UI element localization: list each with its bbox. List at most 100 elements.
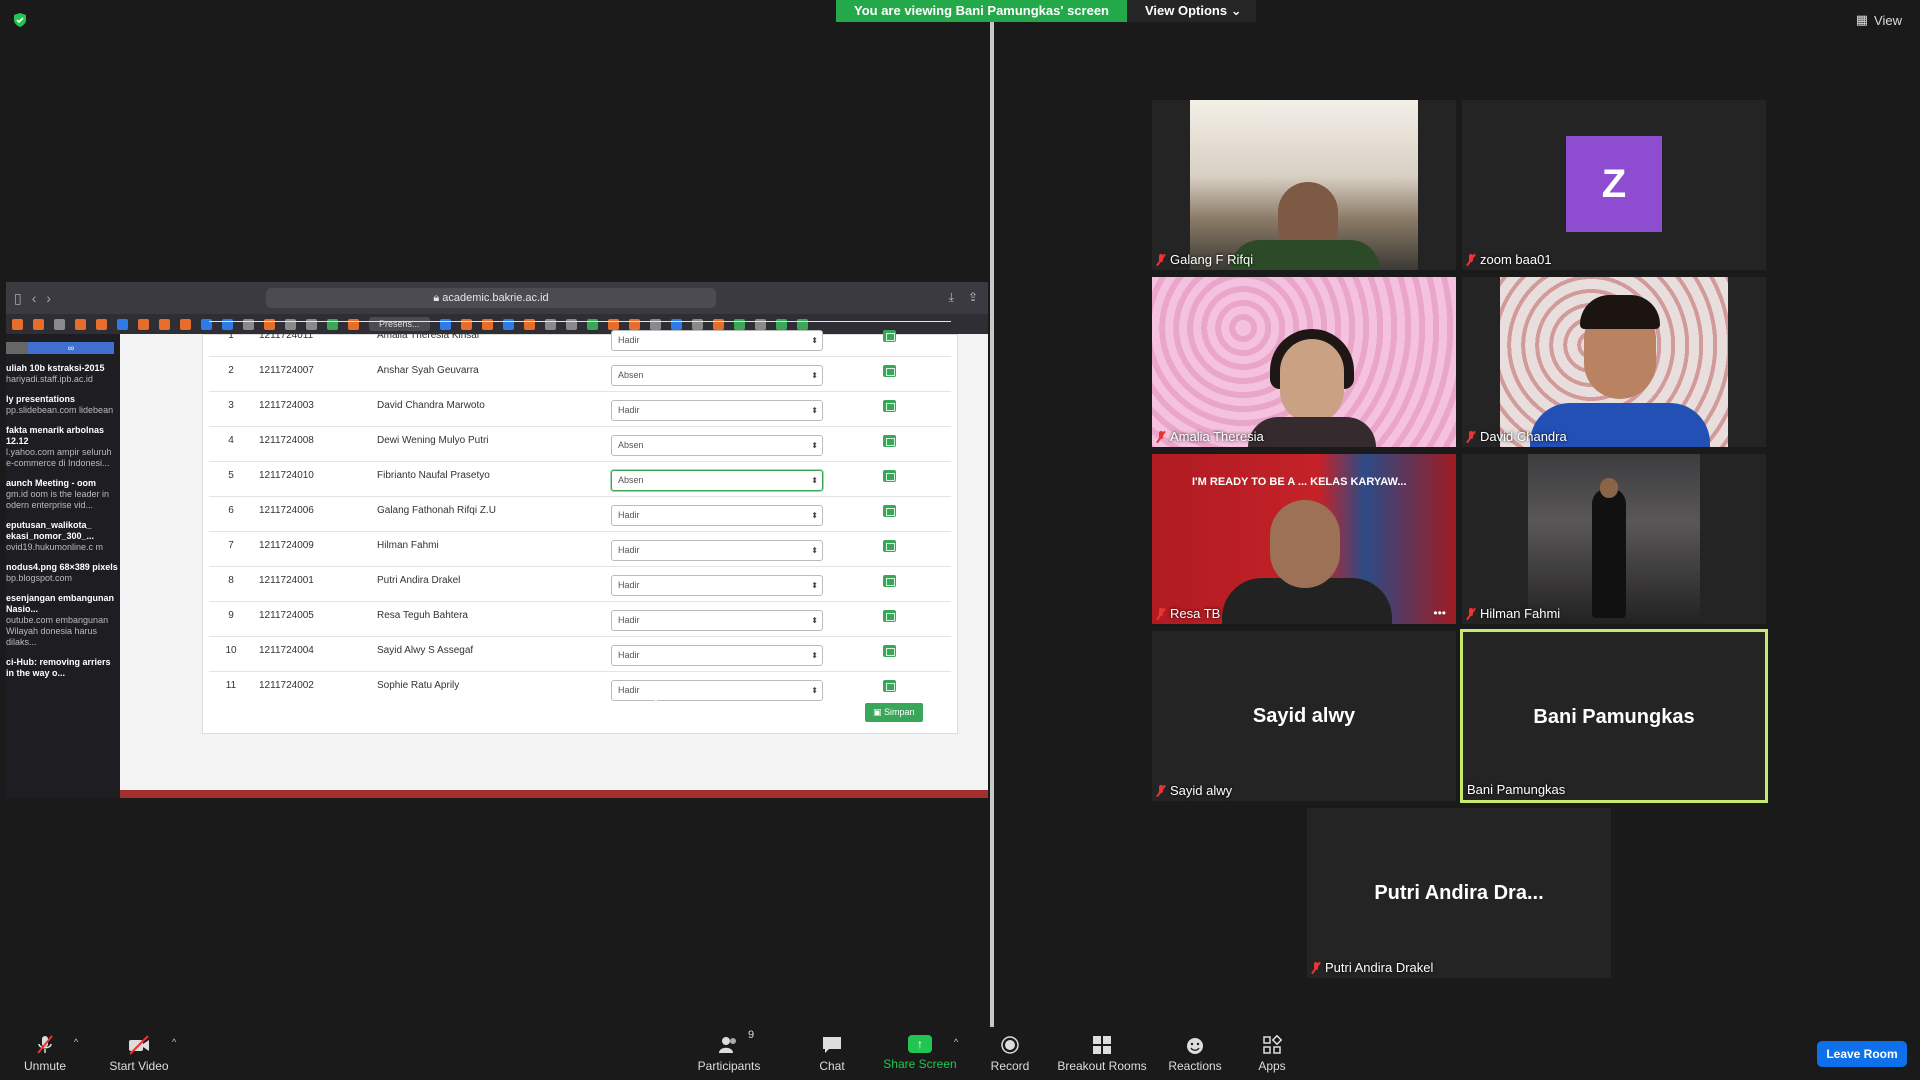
reading-list-item[interactable]: ly presentations pp.slidebean.com lidebea… [6,391,120,422]
video-tile-resa[interactable]: I'M READY TO BE A ... KELAS KARYAW... Re… [1152,454,1456,624]
sidebar-toggle-icon[interactable]: ▯ [14,290,22,307]
edit-icon[interactable] [882,540,896,552]
attendance-status-select[interactable]: Absen [611,365,823,386]
attendance-status-select[interactable]: Hadir [611,400,823,421]
bookmark-icon[interactable] [138,318,149,330]
view-button[interactable]: ▦ View [1856,12,1902,28]
attendance-status-select[interactable]: Hadir [611,645,823,666]
action-cell [827,391,951,427]
mic-muted-icon [1466,607,1476,620]
share-icon[interactable]: ⇪ [968,290,978,305]
video-tile-zoom-baa01[interactable]: Z zoom baa01 [1462,100,1766,270]
item-title: eputusan_walikota_ ekasi_nomor_300_... [6,520,95,541]
video-tile-hilman[interactable]: Hilman Fahmi [1462,454,1766,624]
attendance-status-select[interactable]: Hadir [611,505,823,526]
status-cell: Hadir [607,566,827,602]
action-cell [827,636,951,672]
reading-list-item[interactable]: aunch Meeting - oom gm.id oom is the lead… [6,475,120,517]
reading-list-item[interactable]: eputusan_walikota_ ekasi_nomor_300_... ov… [6,517,120,559]
video-tile-amalia[interactable]: Amalia Theresia [1152,277,1456,447]
bookmark-icon[interactable] [96,318,107,330]
share-options-chevron-icon[interactable]: ^ [954,1037,958,1047]
url-text: academic.bakrie.ac.id [442,292,549,304]
share-screen-button[interactable]: ↑ Share Screen [880,1035,960,1071]
reading-list-item[interactable]: ci-Hub: removing arriers in the way o... [6,654,120,685]
attendance-status-select[interactable]: Hadir [611,330,823,351]
back-icon[interactable]: ‹ [32,290,37,306]
attendance-status-select[interactable]: Hadir [611,575,823,596]
reading-list-item[interactable]: fakta menarik arbolnas 12.12 l.yahoo.com … [6,422,120,475]
attendance-status-select[interactable]: Hadir [611,610,823,631]
edit-icon[interactable] [882,505,896,517]
edit-icon[interactable] [882,435,896,447]
download-icon[interactable]: ⤓ [949,290,954,305]
video-off-icon [129,1035,149,1055]
student-name: Fibrianto Naufal Prasetyo [371,461,607,497]
unmute-button[interactable]: Unmute [20,1035,70,1073]
attendance-status-select[interactable]: Hadir [611,540,823,561]
breakout-rooms-button[interactable]: Breakout Rooms [1056,1035,1148,1073]
audio-options-chevron-icon[interactable]: ^ [74,1037,78,1047]
video-tile-david[interactable]: David Chandra [1462,277,1766,447]
forward-icon[interactable]: › [46,290,51,306]
address-bar[interactable]: 🔒︎ academic.bakrie.ac.id [266,288,716,308]
participant-name: Amalia Theresia [1170,429,1264,444]
video-tile-bani-active[interactable]: Bani Pamungkas Bani Pamungkas [1460,629,1768,803]
video-tile-galang[interactable]: Galang F Rifqi [1152,100,1456,270]
edit-icon[interactable] [882,365,896,377]
mic-muted-icon [37,1035,53,1054]
edit-icon[interactable] [882,680,896,692]
edit-icon[interactable] [882,610,896,622]
save-button[interactable]: ▣ Simpan [865,703,923,722]
reactions-button[interactable]: Reactions [1166,1035,1224,1073]
edit-icon[interactable] [882,330,896,342]
apps-button[interactable]: Apps [1254,1035,1290,1073]
reading-list-item[interactable]: esenjangan embangunan Nasio... outube.com… [6,590,120,654]
sidebar-tabs[interactable]: ∞ [6,342,114,354]
video-tile-sayid[interactable]: Sayid alwy Sayid alwy [1152,631,1456,801]
table-row: 4 1211724008 Dewi Wening Mulyo Putri Absen [209,426,951,462]
attendance-status-select[interactable]: Absen [611,470,823,491]
attendance-status-select[interactable]: Absen [611,435,823,456]
participants-button[interactable]: 9 Participants [694,1029,764,1073]
view-options-button[interactable]: View Options ⌄ [1127,0,1256,22]
row-number: 6 [209,496,253,532]
video-tile-putri[interactable]: Putri Andira Dra... Putri Andira Drakel [1307,808,1611,978]
bookmark-icon[interactable] [180,318,191,330]
bookmark-icon[interactable] [159,318,170,330]
table-row: 10 1211724004 Sayid Alwy S Assegaf Hadir [209,636,951,672]
camera-feed [1500,277,1728,447]
page-content: 11211724011Amalia Theresia KinsaiHadir21… [120,321,988,798]
chat-button[interactable]: Chat [810,1035,854,1073]
bookmark-icon[interactable] [33,318,44,330]
start-video-button[interactable]: Start Video [106,1035,172,1073]
action-cell [827,321,951,357]
bookmark-icon[interactable] [117,318,128,330]
action-cell [827,671,951,707]
video-options-chevron-icon[interactable]: ^ [172,1037,176,1047]
item-sub: gm.id oom is the leader in odern enterpr… [6,489,110,510]
item-sub: l.yahoo.com ampir seluruh e-commerce di … [6,447,112,468]
bookmark-icon[interactable] [12,318,23,330]
bookmark-icon[interactable] [75,318,86,330]
background-banner-text: I'M READY TO BE A ... KELAS KARYAW... [1192,476,1407,488]
table-row: 1 1211724011 Amalia Theresia Kinsai Hadir [209,321,951,357]
edit-icon[interactable] [882,575,896,587]
security-shield-icon[interactable] [12,12,28,28]
action-cell [827,531,951,567]
item-title: ci-Hub: removing arriers in the way o... [6,657,111,678]
attendance-status-select[interactable]: Hadir [611,680,823,701]
row-number: 7 [209,531,253,567]
edit-icon[interactable] [882,470,896,482]
reading-list-item[interactable]: nodus4.png 68×389 pixels bp.blogspot.com [6,559,120,590]
table-row: 3 1211724003 David Chandra Marwoto Hadir [209,391,951,427]
page-footer [120,790,988,798]
split-divider[interactable] [990,22,994,1027]
record-button[interactable]: Record [986,1035,1034,1073]
edit-icon[interactable] [882,400,896,412]
leave-room-button[interactable]: Leave Room [1817,1041,1907,1067]
edit-icon[interactable] [882,645,896,657]
bookmark-icon[interactable] [54,318,65,330]
more-options-icon[interactable]: ••• [1433,606,1446,620]
reading-list-item[interactable]: uliah 10b kstraksi-2015 hariyadi.staff.ip… [6,360,120,391]
